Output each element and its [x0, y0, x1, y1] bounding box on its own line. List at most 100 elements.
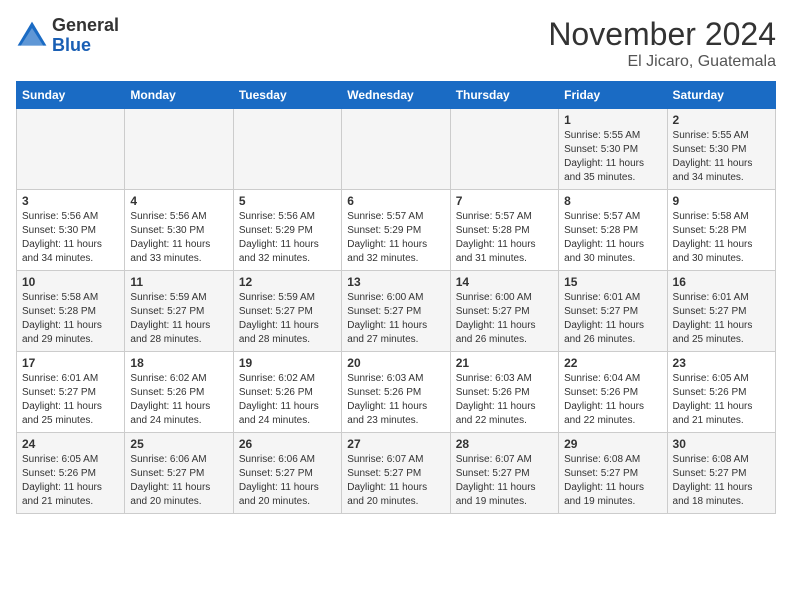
day-info: Sunrise: 5:55 AM Sunset: 5:30 PM Dayligh…	[673, 129, 770, 185]
day-info: Sunrise: 6:04 AM Sunset: 5:26 PM Dayligh…	[564, 372, 661, 428]
day-number: 20	[347, 356, 444, 370]
calendar-cell: 2Sunrise: 5:55 AM Sunset: 5:30 PM Daylig…	[667, 109, 775, 190]
header-friday: Friday	[559, 82, 667, 109]
day-number: 22	[564, 356, 661, 370]
calendar-cell	[450, 109, 558, 190]
calendar-cell: 27 Sunrise: 6:07 AM Sunset: 5:27 PM Dayli…	[342, 433, 450, 514]
page-header: General Blue November 2024 El Jicaro, Gu…	[16, 16, 776, 71]
day-info: Sunrise: 6:02 AM Sunset: 5:26 PM Dayligh…	[239, 372, 336, 428]
day-info: Sunrise: 6:01 AM Sunset: 5:27 PM Dayligh…	[22, 372, 119, 428]
header-sunday: Sunday	[17, 82, 125, 109]
day-number: 12	[239, 275, 336, 289]
week-row-5: 24 Sunrise: 6:05 AM Sunset: 5:26 PM Dayli…	[17, 433, 776, 514]
calendar-cell: 4 Sunrise: 5:56 AM Sunset: 5:30 PM Daylig…	[125, 190, 233, 271]
calendar-cell	[233, 109, 341, 190]
day-info: Sunrise: 6:02 AM Sunset: 5:26 PM Dayligh…	[130, 372, 227, 428]
calendar-cell: 30Sunrise: 6:08 AM Sunset: 5:27 PM Dayli…	[667, 433, 775, 514]
day-info: Sunrise: 6:03 AM Sunset: 5:26 PM Dayligh…	[347, 372, 444, 428]
day-number: 16	[673, 275, 770, 289]
day-number: 6	[347, 194, 444, 208]
calendar-cell: 23 Sunrise: 6:05 AM Sunset: 5:26 PM Dayli…	[667, 352, 775, 433]
day-number: 21	[456, 356, 553, 370]
header-saturday: Saturday	[667, 82, 775, 109]
calendar-cell: 9 Sunrise: 5:58 AM Sunset: 5:28 PM Daylig…	[667, 190, 775, 271]
day-info: Sunrise: 6:01 AM Sunset: 5:27 PM Dayligh…	[564, 291, 661, 347]
day-info: Sunrise: 6:06 AM Sunset: 5:27 PM Dayligh…	[130, 453, 227, 509]
day-info: Sunrise: 6:08 AM Sunset: 5:27 PM Dayligh…	[673, 453, 770, 509]
calendar-cell: 26Sunrise: 6:06 AM Sunset: 5:27 PM Dayli…	[233, 433, 341, 514]
calendar-cell: 22 Sunrise: 6:04 AM Sunset: 5:26 PM Dayli…	[559, 352, 667, 433]
day-info: Sunrise: 6:00 AM Sunset: 5:27 PM Dayligh…	[347, 291, 444, 347]
calendar-cell: 28Sunrise: 6:07 AM Sunset: 5:27 PM Dayli…	[450, 433, 558, 514]
day-number: 15	[564, 275, 661, 289]
day-info: Sunrise: 6:05 AM Sunset: 5:26 PM Dayligh…	[22, 453, 119, 509]
header-monday: Monday	[125, 82, 233, 109]
page-title: November 2024	[548, 16, 776, 53]
day-number: 9	[673, 194, 770, 208]
calendar-cell: 21Sunrise: 6:03 AM Sunset: 5:26 PM Dayli…	[450, 352, 558, 433]
calendar-cell	[125, 109, 233, 190]
day-info: Sunrise: 5:57 AM Sunset: 5:28 PM Dayligh…	[564, 210, 661, 266]
day-number: 8	[564, 194, 661, 208]
day-info: Sunrise: 5:57 AM Sunset: 5:29 PM Dayligh…	[347, 210, 444, 266]
title-block: November 2024 El Jicaro, Guatemala	[548, 16, 776, 71]
day-number: 11	[130, 275, 227, 289]
logo-text: General Blue	[52, 16, 119, 56]
calendar-cell: 20 Sunrise: 6:03 AM Sunset: 5:26 PM Dayli…	[342, 352, 450, 433]
calendar-table: SundayMondayTuesdayWednesdayThursdayFrid…	[16, 81, 776, 514]
week-row-4: 17 Sunrise: 6:01 AM Sunset: 5:27 PM Dayli…	[17, 352, 776, 433]
day-number: 3	[22, 194, 119, 208]
logo-icon	[16, 20, 48, 52]
day-info: Sunrise: 5:56 AM Sunset: 5:30 PM Dayligh…	[130, 210, 227, 266]
day-number: 10	[22, 275, 119, 289]
day-info: Sunrise: 5:58 AM Sunset: 5:28 PM Dayligh…	[22, 291, 119, 347]
calendar-cell: 13 Sunrise: 6:00 AM Sunset: 5:27 PM Dayli…	[342, 271, 450, 352]
day-info: Sunrise: 6:05 AM Sunset: 5:26 PM Dayligh…	[673, 372, 770, 428]
day-number: 17	[22, 356, 119, 370]
calendar-cell: 25 Sunrise: 6:06 AM Sunset: 5:27 PM Dayli…	[125, 433, 233, 514]
calendar-cell: 6 Sunrise: 5:57 AM Sunset: 5:29 PM Daylig…	[342, 190, 450, 271]
day-info: Sunrise: 6:07 AM Sunset: 5:27 PM Dayligh…	[347, 453, 444, 509]
day-number: 4	[130, 194, 227, 208]
calendar-cell: 11 Sunrise: 5:59 AM Sunset: 5:27 PM Dayli…	[125, 271, 233, 352]
day-number: 1	[564, 113, 661, 127]
day-number: 7	[456, 194, 553, 208]
day-number: 24	[22, 437, 119, 451]
day-number: 5	[239, 194, 336, 208]
day-info: Sunrise: 5:59 AM Sunset: 5:27 PM Dayligh…	[130, 291, 227, 347]
day-info: Sunrise: 6:01 AM Sunset: 5:27 PM Dayligh…	[673, 291, 770, 347]
calendar-cell: 1 Sunrise: 5:55 AM Sunset: 5:30 PM Daylig…	[559, 109, 667, 190]
day-info: Sunrise: 5:58 AM Sunset: 5:28 PM Dayligh…	[673, 210, 770, 266]
day-number: 14	[456, 275, 553, 289]
calendar-body: 1 Sunrise: 5:55 AM Sunset: 5:30 PM Daylig…	[17, 109, 776, 514]
day-info: Sunrise: 5:55 AM Sunset: 5:30 PM Dayligh…	[564, 129, 661, 185]
day-number: 29	[564, 437, 661, 451]
header-tuesday: Tuesday	[233, 82, 341, 109]
header-wednesday: Wednesday	[342, 82, 450, 109]
calendar-cell: 16 Sunrise: 6:01 AM Sunset: 5:27 PM Dayli…	[667, 271, 775, 352]
header-thursday: Thursday	[450, 82, 558, 109]
day-info: Sunrise: 5:56 AM Sunset: 5:30 PM Dayligh…	[22, 210, 119, 266]
calendar-cell	[342, 109, 450, 190]
calendar-cell: 8 Sunrise: 5:57 AM Sunset: 5:28 PM Daylig…	[559, 190, 667, 271]
calendar-cell: 14 Sunrise: 6:00 AM Sunset: 5:27 PM Dayli…	[450, 271, 558, 352]
calendar-cell: 10 Sunrise: 5:58 AM Sunset: 5:28 PM Dayli…	[17, 271, 125, 352]
calendar-cell: 3 Sunrise: 5:56 AM Sunset: 5:30 PM Daylig…	[17, 190, 125, 271]
calendar-cell: 5 Sunrise: 5:56 AM Sunset: 5:29 PM Daylig…	[233, 190, 341, 271]
day-number: 23	[673, 356, 770, 370]
day-number: 19	[239, 356, 336, 370]
page-subtitle: El Jicaro, Guatemala	[548, 53, 776, 71]
calendar-header: SundayMondayTuesdayWednesdayThursdayFrid…	[17, 82, 776, 109]
day-number: 25	[130, 437, 227, 451]
day-number: 27	[347, 437, 444, 451]
day-info: Sunrise: 5:59 AM Sunset: 5:27 PM Dayligh…	[239, 291, 336, 347]
day-info: Sunrise: 6:08 AM Sunset: 5:27 PM Dayligh…	[564, 453, 661, 509]
day-info: Sunrise: 6:00 AM Sunset: 5:27 PM Dayligh…	[456, 291, 553, 347]
day-info: Sunrise: 5:56 AM Sunset: 5:29 PM Dayligh…	[239, 210, 336, 266]
calendar-cell: 29 Sunrise: 6:08 AM Sunset: 5:27 PM Dayli…	[559, 433, 667, 514]
logo: General Blue	[16, 16, 119, 56]
week-row-1: 1 Sunrise: 5:55 AM Sunset: 5:30 PM Daylig…	[17, 109, 776, 190]
week-row-2: 3 Sunrise: 5:56 AM Sunset: 5:30 PM Daylig…	[17, 190, 776, 271]
day-number: 13	[347, 275, 444, 289]
day-number: 28	[456, 437, 553, 451]
